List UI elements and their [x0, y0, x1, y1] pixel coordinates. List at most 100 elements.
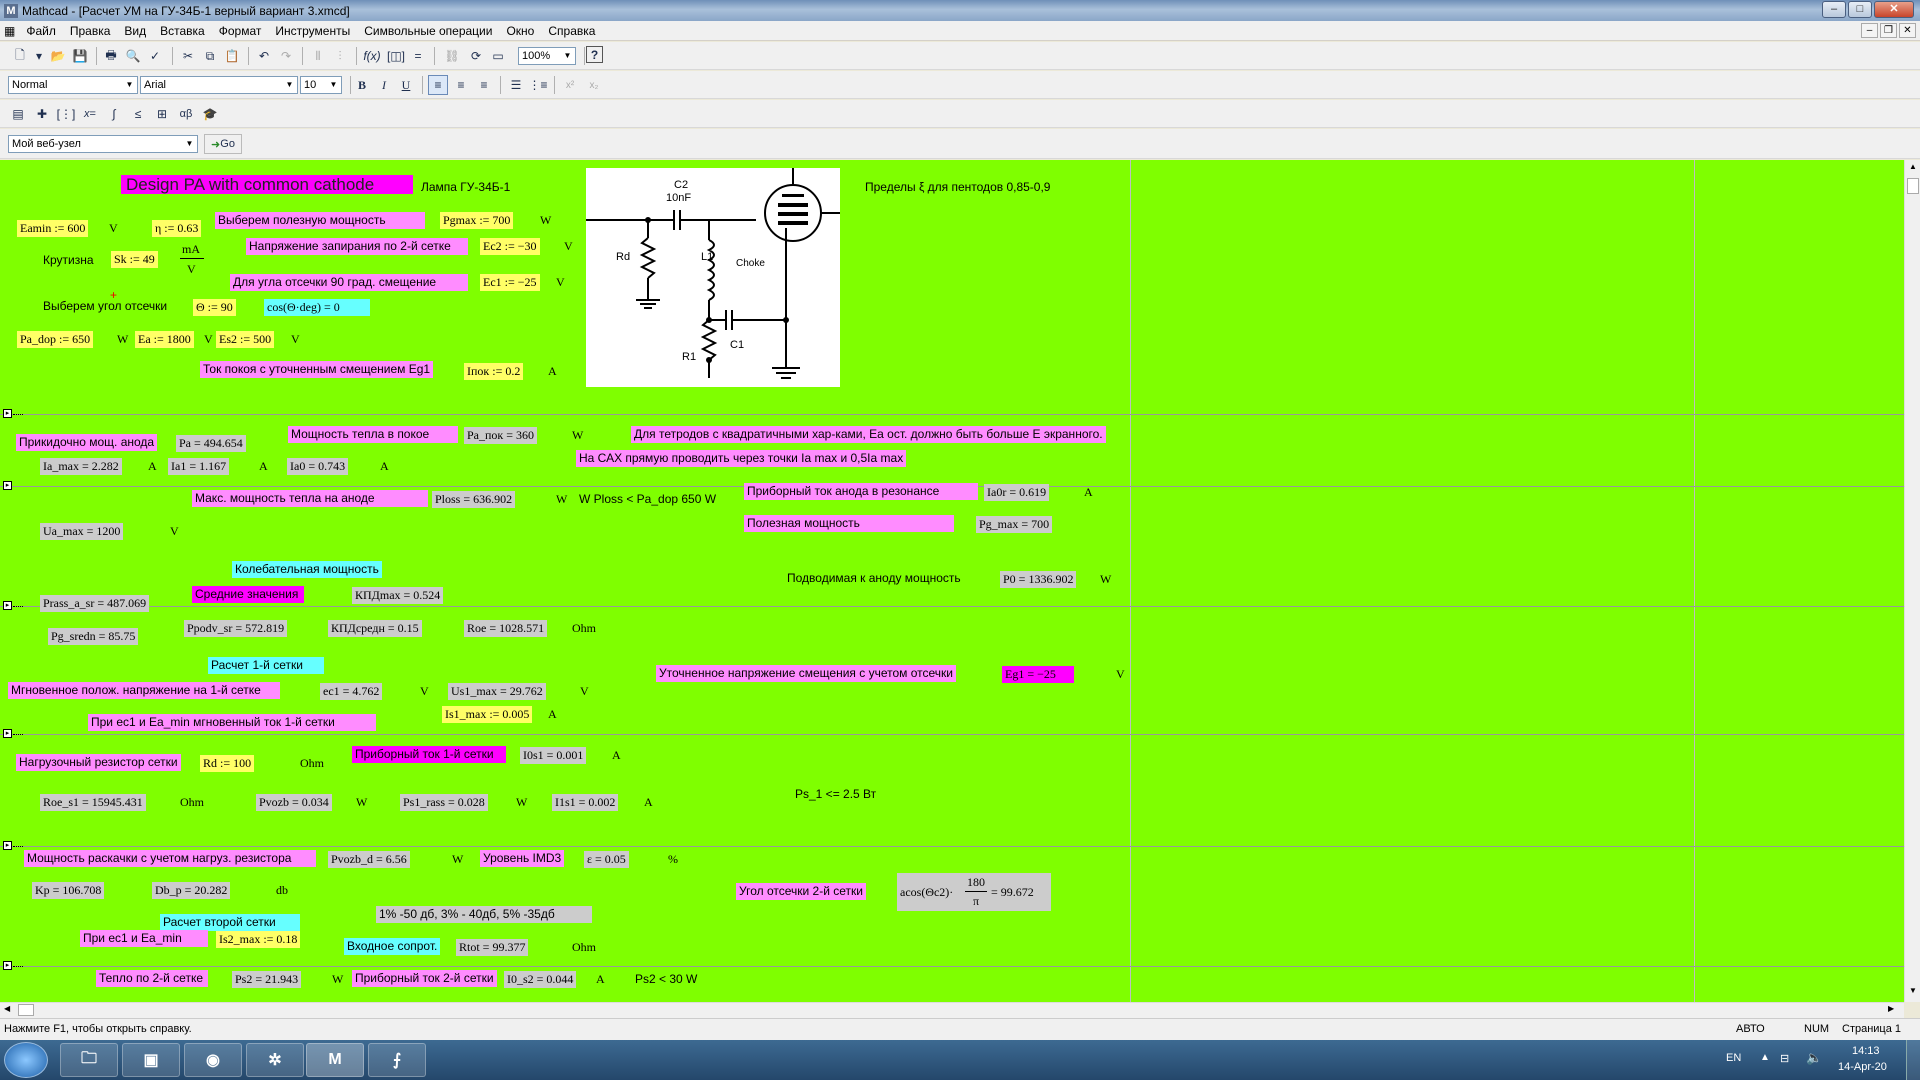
subscript-icon[interactable]: x₂ — [584, 75, 604, 95]
doc-icon[interactable]: ▦ — [0, 24, 19, 38]
pgmax-def[interactable]: Pgmax := 700 — [440, 212, 514, 229]
evaluation-icon[interactable]: x = — [80, 104, 100, 124]
rtot-result[interactable]: Rtot = 99.377 — [456, 939, 529, 956]
menu-file[interactable]: Файл — [19, 24, 63, 38]
ea-def[interactable]: Ea := 1800 — [135, 331, 194, 348]
spellcheck-icon[interactable]: ✓ — [145, 46, 165, 66]
graph-icon[interactable]: ✚ — [32, 104, 52, 124]
web-location-select[interactable]: Мой веб-узел ▼ — [8, 135, 198, 153]
menu-edit[interactable]: Правка — [63, 24, 118, 38]
i1s1-result[interactable]: I1s1 = 0.002 — [552, 794, 619, 811]
menu-symbolics[interactable]: Символьные операции — [357, 24, 499, 38]
vertical-scroll-thumb[interactable] — [1907, 178, 1919, 194]
print-icon[interactable]: 🖶 — [101, 46, 121, 66]
sk-def[interactable]: Sk := 49 — [111, 251, 158, 268]
insert-function-icon[interactable]: f(x) — [362, 46, 382, 66]
vertical-scrollbar[interactable]: ▲ ▼ — [1904, 160, 1920, 1002]
kp-result[interactable]: Kp = 106.708 — [32, 882, 105, 899]
pvozbd-result[interactable]: Pvozb_d = 6.56 — [328, 851, 410, 868]
open-icon[interactable]: 📂 — [48, 46, 68, 66]
font-select[interactable]: Arial ▼ — [140, 76, 298, 94]
prass-result[interactable]: Prass_a_sr = 487.069 — [40, 595, 150, 612]
redo-icon[interactable]: ↷ — [276, 46, 296, 66]
numbering-icon[interactable]: ⋮≡ — [528, 75, 548, 95]
style-select[interactable]: Normal ▼ — [8, 76, 138, 94]
i0s2-result[interactable]: I0_s2 = 0.044 — [504, 971, 577, 988]
chrome-icon[interactable]: ◉ — [184, 1043, 242, 1077]
scroll-right-icon[interactable]: ▶ — [1888, 1004, 1900, 1016]
print-preview-icon[interactable]: 🔍 — [123, 46, 143, 66]
symbolic-icon[interactable]: 🎓 — [200, 104, 220, 124]
help-icon[interactable]: ? — [586, 46, 603, 63]
align-right-icon[interactable]: ≡ — [474, 75, 494, 95]
menu-help[interactable]: Справка — [541, 24, 602, 38]
ec1-def[interactable]: Ec1 := −25 — [480, 274, 540, 291]
pgmax-result[interactable]: Pg_max = 700 — [976, 516, 1053, 533]
i0s1-result[interactable]: I0s1 = 0.001 — [520, 747, 587, 764]
eps-result[interactable]: ε = 0.05 — [584, 851, 629, 868]
superscript-icon[interactable]: x² — [560, 75, 580, 95]
font-size-select[interactable]: 10 ▼ — [300, 76, 342, 94]
ps2-result[interactable]: Ps2 = 21.943 — [232, 971, 302, 988]
ps1-result[interactable]: Ps1_rass = 0.028 — [400, 794, 488, 811]
minimize-button[interactable]: – — [1822, 1, 1846, 18]
insert-unit-icon[interactable]: [◫] — [386, 46, 406, 66]
ipok-def[interactable]: Iпок := 0.2 — [464, 363, 524, 380]
scroll-up-icon[interactable]: ▲ — [1907, 162, 1919, 174]
network-icon[interactable]: ⊟ — [1780, 1052, 1789, 1065]
eg1-result[interactable]: Eg1 = −25 — [1002, 666, 1074, 683]
uamax-result[interactable]: Ua_max = 1200 — [40, 523, 124, 540]
worksheet[interactable]: ▸ ▸ ▸ ▸ ▸ ▸ Design PA with common cathod… — [0, 160, 1904, 1002]
maximize-button[interactable]: □ — [1848, 1, 1872, 18]
calculator-icon[interactable]: ▤ — [8, 104, 28, 124]
pdf-reader-icon[interactable]: ⨍ — [368, 1043, 426, 1077]
align-across-icon[interactable]: ⫴ — [308, 46, 328, 66]
es2-def[interactable]: Es2 := 500 — [216, 331, 275, 348]
ia0r-result[interactable]: Ia0r = 0.619 — [984, 484, 1050, 501]
show-desktop-button[interactable] — [1906, 1040, 1920, 1080]
pa-dop-def[interactable]: Pa_dop := 650 — [17, 331, 94, 348]
eamin-def[interactable]: Eamin := 600 — [17, 220, 89, 237]
zoom-select[interactable]: 100% ▼ — [518, 47, 576, 65]
ec2-def[interactable]: Ec2 := −30 — [480, 238, 540, 255]
papok-result[interactable]: Pa_пок = 360 — [464, 427, 538, 444]
is1max-def[interactable]: Is1_max := 0.005 — [442, 706, 533, 723]
clock-time[interactable]: 14:13 — [1852, 1045, 1880, 1057]
mathcad-taskbar-icon[interactable]: M — [306, 1043, 364, 1077]
doc-close-button[interactable]: ✕ — [1899, 23, 1916, 38]
pg-sredn-result[interactable]: Pg_sredn = 85.75 — [48, 628, 139, 645]
greek-icon[interactable]: αβ — [176, 104, 196, 124]
ppodv-result[interactable]: Ppodv_sr = 572.819 — [184, 620, 288, 637]
app-icon[interactable]: M — [4, 3, 18, 18]
iamax-result[interactable]: Ia_max = 2.282 — [40, 458, 122, 475]
italic-button[interactable]: I — [374, 75, 394, 95]
remote-desktop-icon[interactable]: ▣ — [122, 1043, 180, 1077]
boolean-icon[interactable]: ≤ — [128, 104, 148, 124]
dbp-result[interactable]: Db_p = 20.282 — [152, 882, 231, 899]
menu-tools[interactable]: Инструменты — [268, 24, 357, 38]
close-button[interactable]: ✕ — [1874, 1, 1914, 18]
roe-result[interactable]: Roe = 1028.571 — [464, 620, 548, 637]
pa-result[interactable]: Pa = 494.654 — [176, 435, 246, 452]
start-button[interactable] — [4, 1042, 48, 1078]
undo-icon[interactable]: ↶ — [254, 46, 274, 66]
insert-hyperlink-icon[interactable]: ⛓ — [442, 46, 462, 66]
scroll-down-icon[interactable]: ▼ — [1907, 986, 1919, 998]
menu-view[interactable]: Вид — [117, 24, 153, 38]
programming-icon[interactable]: ⊞ — [152, 104, 172, 124]
new-dropdown-icon[interactable]: ▾ — [34, 46, 44, 66]
copy-icon[interactable]: ⧉ — [200, 46, 220, 66]
doc-restore-button[interactable]: ❐ — [1880, 23, 1897, 38]
ploss-result[interactable]: Ploss = 636.902 — [432, 491, 516, 508]
pvozb-result[interactable]: Pvozb = 0.034 — [256, 794, 332, 811]
save-icon[interactable]: 💾 — [70, 46, 90, 66]
acos-result[interactable]: acos(Θc2)· 180 π = 99.672 — [897, 873, 1051, 911]
bold-button[interactable]: B — [352, 75, 372, 95]
paste-icon[interactable]: 📋 — [222, 46, 242, 66]
eta-def[interactable]: η := 0.63 — [152, 220, 202, 237]
us1max-result[interactable]: Us1_max = 29.762 — [448, 683, 546, 700]
resource-center-icon[interactable]: ▭ — [488, 46, 508, 66]
clock-date[interactable]: 14-Apr-20 — [1838, 1061, 1887, 1073]
tray-expand-icon[interactable]: ▲ — [1760, 1052, 1770, 1063]
matrix-icon[interactable]: [⋮] — [56, 104, 76, 124]
